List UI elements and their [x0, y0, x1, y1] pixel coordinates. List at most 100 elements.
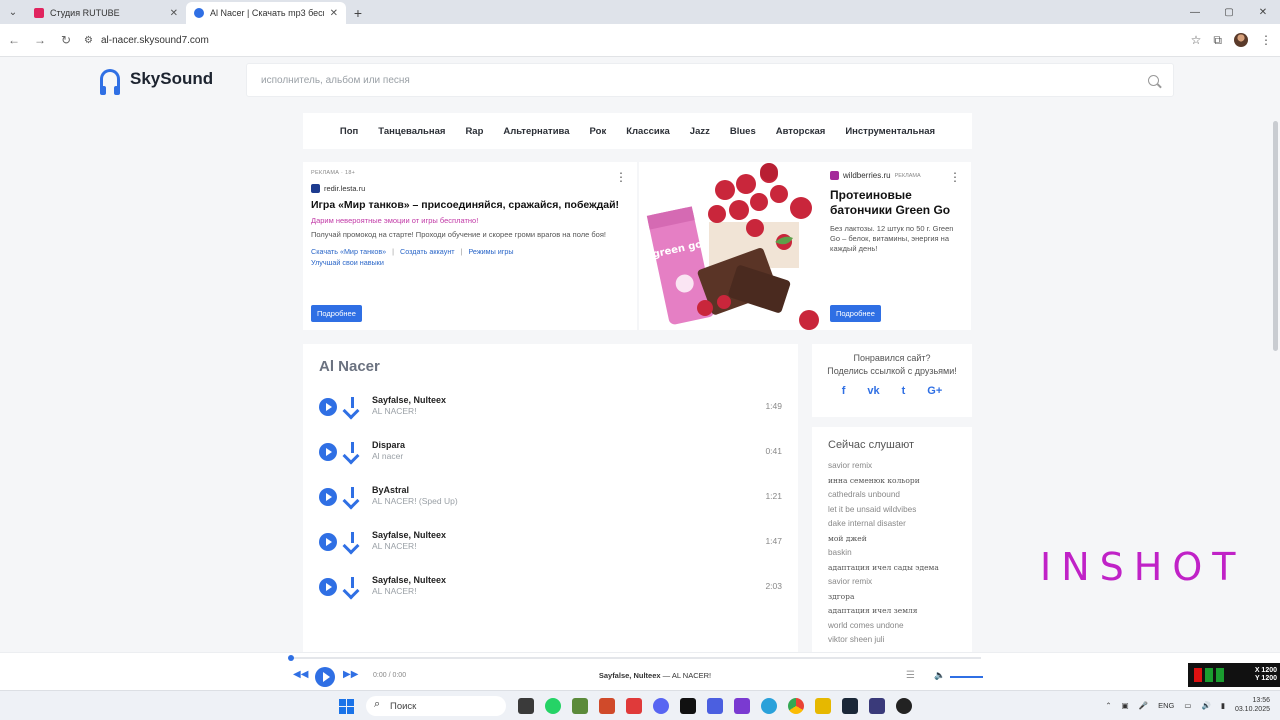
profile-avatar[interactable]: [1234, 33, 1248, 47]
volume-tray-icon[interactable]: 🔊: [1201, 701, 1210, 710]
bookmark-star-icon[interactable]: ☆: [1191, 33, 1202, 47]
tray-chevron-icon[interactable]: ⌃: [1105, 701, 1111, 710]
app-icon[interactable]: [734, 698, 750, 714]
genre-link[interactable]: Танцевальная: [368, 126, 455, 137]
search-icon[interactable]: [1148, 74, 1159, 86]
tab-al-nacer[interactable]: Al Nacer | Скачать mp3 беспла ✕: [186, 2, 346, 24]
track-artist[interactable]: ByAstral: [372, 485, 458, 495]
volume-slider[interactable]: [950, 676, 983, 678]
site-logo[interactable]: SkySound: [100, 69, 213, 95]
play-icon[interactable]: [319, 488, 337, 506]
app-icon[interactable]: [896, 698, 912, 714]
list-item[interactable]: viktor sheen juli: [828, 633, 956, 648]
play-icon[interactable]: [319, 443, 337, 461]
playlist-icon[interactable]: ☰: [906, 670, 915, 681]
extensions-icon[interactable]: ⧉: [1213, 33, 1222, 48]
clock[interactable]: 13:56 03.10.2025: [1235, 696, 1270, 714]
app-icon[interactable]: [599, 698, 615, 714]
minimize-icon[interactable]: —: [1178, 0, 1212, 24]
track-artist[interactable]: Dispara: [372, 440, 405, 450]
app-icon[interactable]: [869, 698, 885, 714]
taskbar-search[interactable]: Поиск: [366, 696, 506, 716]
reload-icon[interactable]: ↻: [54, 28, 78, 52]
capcut-icon[interactable]: [680, 698, 696, 714]
ad-link[interactable]: Режимы игры: [468, 247, 513, 256]
steam-icon[interactable]: [842, 698, 858, 714]
url-field[interactable]: ⚙ al-nacer.skysound7.com: [84, 28, 1191, 52]
track-artist[interactable]: Sayfalse, Nulteex: [372, 575, 446, 585]
ad-menu-icon[interactable]: ⋮: [949, 170, 961, 184]
track-artist[interactable]: Sayfalse, Nulteex: [372, 395, 446, 405]
ad-tanks[interactable]: РЕКЛАМА · 18+ ⋮ redir.lesta.ru Игра «Мир…: [303, 162, 637, 330]
network-icon[interactable]: ▭: [1184, 701, 1191, 710]
microphone-icon[interactable]: 🎤: [1139, 701, 1148, 710]
explorer-icon[interactable]: [518, 698, 534, 714]
play-icon[interactable]: [319, 398, 337, 416]
app-icon[interactable]: ▣: [1122, 701, 1129, 710]
ad-source[interactable]: wildberries.ru РЕКЛАМА: [830, 171, 963, 180]
progress-handle[interactable]: [288, 655, 294, 661]
genre-link[interactable]: Альтернатива: [493, 126, 579, 137]
new-tab-button[interactable]: +: [346, 2, 370, 24]
list-item[interactable]: baskin: [828, 546, 956, 561]
genre-link[interactable]: Поп: [330, 126, 368, 137]
maximize-icon[interactable]: ▢: [1212, 0, 1246, 24]
ad-source[interactable]: redir.lesta.ru: [311, 184, 629, 193]
list-item[interactable]: адаптация ичел земля: [828, 604, 956, 619]
genre-link[interactable]: Jazz: [680, 126, 720, 137]
download-icon[interactable]: [344, 442, 360, 460]
list-item[interactable]: инна семенюк кольори: [828, 474, 956, 489]
battery-icon[interactable]: ▮: [1221, 701, 1225, 710]
scrollbar-thumb[interactable]: [1273, 121, 1278, 351]
ad-link[interactable]: Создать аккаунт: [400, 247, 455, 256]
close-window-icon[interactable]: ✕: [1246, 0, 1280, 24]
download-icon[interactable]: [344, 577, 360, 595]
tab-rutube[interactable]: Студия RUTUBE ✕: [26, 2, 186, 24]
language-indicator[interactable]: ENG: [1158, 701, 1174, 710]
download-icon[interactable]: [344, 487, 360, 505]
forward-icon[interactable]: →: [28, 28, 52, 52]
genre-link[interactable]: Rap: [455, 126, 493, 137]
list-item[interactable]: здгора: [828, 590, 956, 605]
facebook-icon[interactable]: f: [842, 385, 846, 397]
progress-bar[interactable]: [288, 655, 981, 661]
discord-icon[interactable]: [653, 698, 669, 714]
tab-list-chevron-icon[interactable]: ⌄: [0, 0, 26, 24]
download-icon[interactable]: [344, 532, 360, 550]
twitter-icon[interactable]: t: [902, 385, 906, 397]
chrome-icon[interactable]: [788, 698, 804, 714]
list-item[interactable]: let it be unsaid wildvibes: [828, 503, 956, 518]
genre-link[interactable]: Рок: [580, 126, 617, 137]
vk-icon[interactable]: vk: [867, 385, 879, 397]
ad-link[interactable]: Скачать «Мир танков»: [311, 247, 386, 256]
app-icon[interactable]: [707, 698, 723, 714]
list-item[interactable]: savior remix: [828, 459, 956, 474]
back-icon[interactable]: ←: [2, 28, 26, 52]
whatsapp-icon[interactable]: [545, 698, 561, 714]
genre-link[interactable]: Инструментальная: [835, 126, 945, 137]
list-item[interactable]: cathedrals unbound: [828, 488, 956, 503]
download-icon[interactable]: [344, 397, 360, 415]
genre-link[interactable]: Blues: [720, 126, 766, 137]
ad-title[interactable]: Протеиновые батончики Green Go: [830, 188, 963, 218]
list-item[interactable]: world comes undone: [828, 619, 956, 634]
volume-icon[interactable]: 🔈: [934, 670, 945, 681]
close-tab-icon[interactable]: ✕: [170, 8, 178, 19]
close-tab-icon[interactable]: ✕: [330, 8, 338, 19]
previous-icon[interactable]: ◀◀: [293, 669, 308, 680]
ad-green-go[interactable]: ⋮ wildberries.ru РЕКЛАМА Протеиновые бат…: [822, 162, 971, 330]
list-item[interactable]: адаптация ичел сады эдема: [828, 561, 956, 576]
windows-start-icon[interactable]: [339, 699, 354, 714]
google-plus-icon[interactable]: G+: [927, 385, 942, 397]
list-item[interactable]: savior remix: [828, 575, 956, 590]
site-info-icon[interactable]: ⚙: [84, 35, 93, 46]
app-icon[interactable]: [815, 698, 831, 714]
menu-kebab-icon[interactable]: ⋮: [1260, 33, 1272, 47]
minecraft-icon[interactable]: [572, 698, 588, 714]
play-icon[interactable]: [319, 533, 337, 551]
telegram-icon[interactable]: [761, 698, 777, 714]
genre-link[interactable]: Классика: [616, 126, 680, 137]
ad-menu-icon[interactable]: ⋮: [615, 170, 627, 184]
ad-more-button[interactable]: Подробнее: [311, 305, 362, 322]
next-icon[interactable]: ▶▶: [343, 669, 358, 680]
